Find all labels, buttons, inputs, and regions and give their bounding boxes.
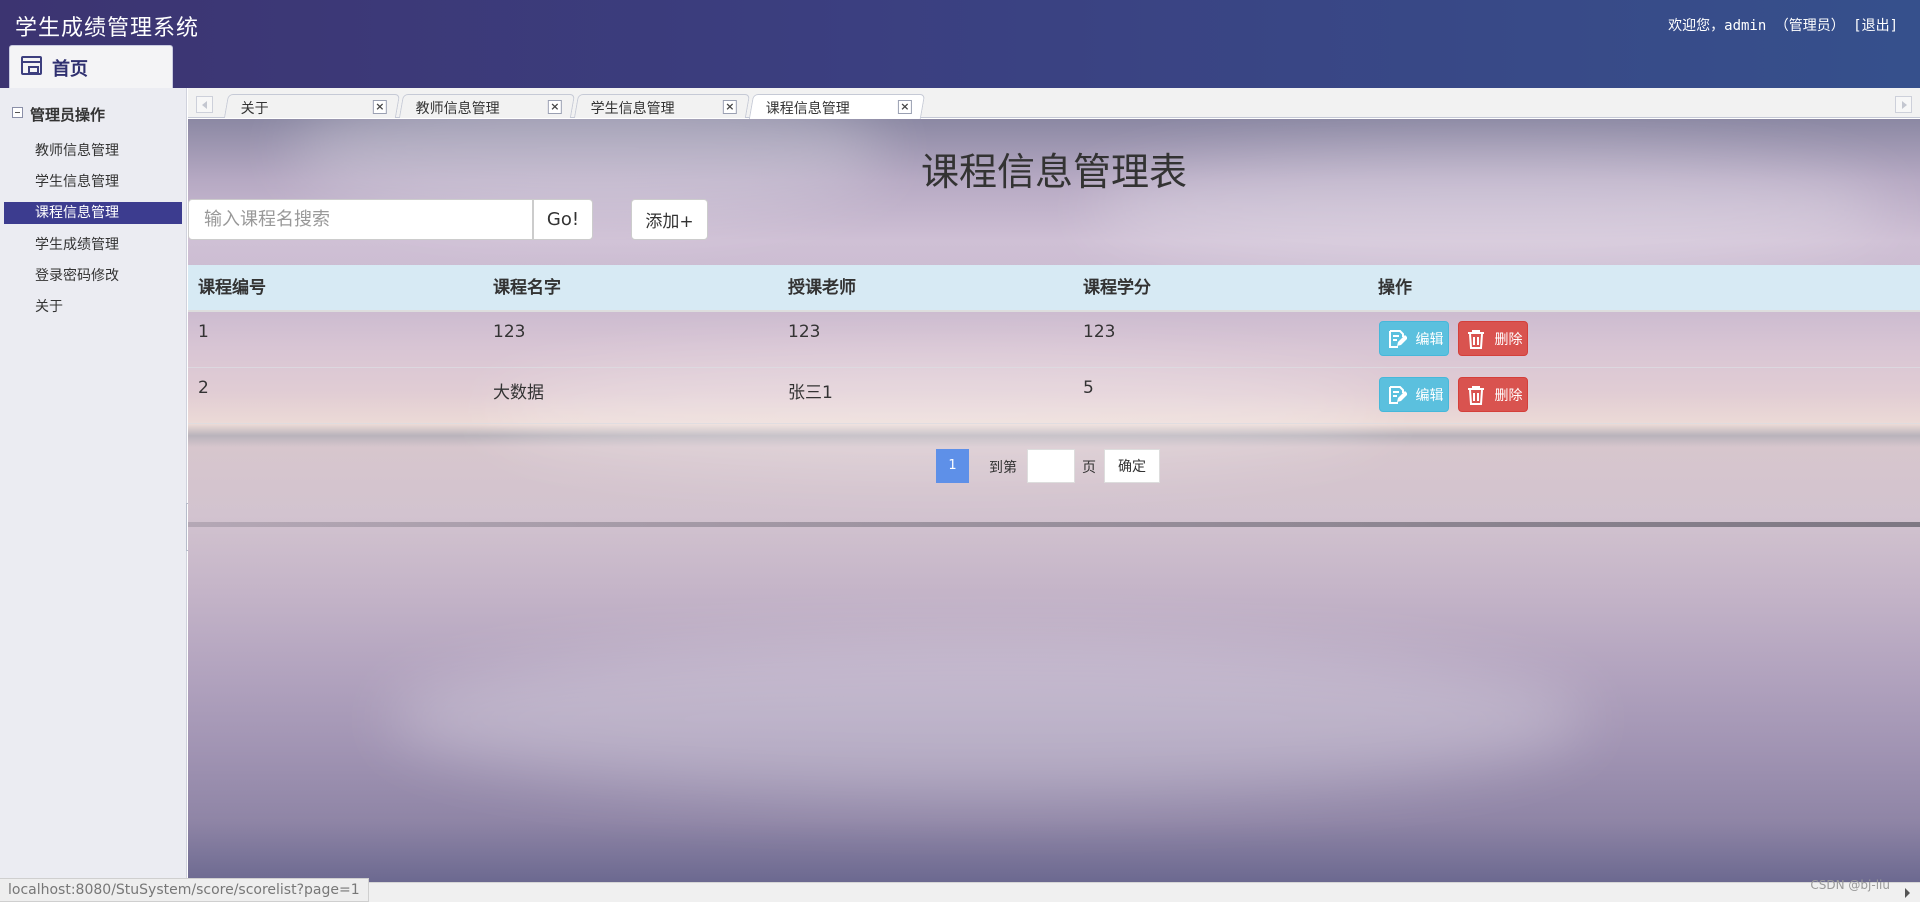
column-header: 课程名字 (493, 278, 561, 298)
welcome-logout-link[interactable]: 欢迎您，admin （管理员） [退出] (1668, 15, 1898, 35)
cell-credit: 5 (1083, 378, 1094, 398)
edit-label: 编辑 (1415, 387, 1444, 404)
background-horizon (188, 522, 1920, 527)
close-icon[interactable]: × (547, 100, 562, 114)
current-page-button[interactable]: 1 (936, 449, 969, 483)
edit-button[interactable]: 编辑 (1379, 377, 1449, 412)
sidebar-item-course-info[interactable]: 课程信息管理 (4, 202, 182, 224)
page-title: 课程信息管理表 (920, 150, 1187, 194)
edit-label: 编辑 (1415, 331, 1444, 348)
scroll-right-arrow-icon[interactable] (1905, 888, 1910, 898)
table-row: 2 大数据 张三1 5 编辑 删除 (188, 368, 1920, 424)
delete-label: 删除 (1494, 331, 1523, 348)
trash-icon (1468, 330, 1484, 349)
cell-teacher: 张三1 (788, 383, 833, 403)
delete-button[interactable]: 删除 (1458, 321, 1528, 356)
table-header: 课程编号 课程名字 授课老师 课程学分 操作 (188, 265, 1920, 312)
column-header: 课程学分 (1083, 278, 1151, 298)
sidebar-item-about[interactable]: 关于 (4, 296, 182, 318)
tab-course-info[interactable]: 课程信息管理 × (748, 94, 926, 119)
search-input[interactable] (188, 199, 533, 240)
edit-icon (1389, 386, 1407, 404)
page-confirm-button[interactable]: 确定 (1104, 449, 1160, 483)
close-icon[interactable]: × (897, 100, 912, 114)
column-header: 课程编号 (198, 278, 266, 298)
column-header: 操作 (1378, 278, 1412, 298)
goto-label: 到第 (989, 460, 1017, 476)
sidebar-item-teacher-info[interactable]: 教师信息管理 (4, 140, 182, 162)
sidebar-item-student-info[interactable]: 学生信息管理 (4, 171, 182, 193)
tab-bar: 关于 × 教师信息管理 × 学生信息管理 × 课程信息管理 × (188, 88, 1920, 119)
top-header: 学生成绩管理系统 欢迎您，admin （管理员） [退出] 首页 (0, 0, 1920, 88)
cell-course-id: 1 (198, 322, 209, 342)
home-tab-label: 首页 (52, 59, 88, 80)
add-course-button[interactable]: 添加+ (631, 199, 708, 240)
delete-label: 删除 (1494, 387, 1523, 404)
edit-icon (1389, 330, 1407, 348)
delete-button[interactable]: 删除 (1458, 377, 1528, 412)
tab-label: 课程信息管理 (765, 101, 850, 117)
collapse-toggle-icon[interactable] (12, 107, 23, 118)
app-title: 学生成绩管理系统 (15, 16, 200, 41)
close-icon[interactable]: × (722, 100, 737, 114)
tab-teacher-info[interactable]: 教师信息管理 × (398, 94, 576, 118)
cell-course-name: 大数据 (493, 383, 544, 403)
tab-scroll-right-icon[interactable] (1895, 96, 1912, 113)
edit-button[interactable]: 编辑 (1379, 321, 1449, 356)
window-icon (21, 56, 42, 75)
cell-credit: 123 (1083, 322, 1116, 342)
course-table: 课程编号 课程名字 授课老师 课程学分 操作 1 123 123 123 编辑 … (188, 265, 1920, 424)
page-unit-label: 页 (1082, 460, 1096, 476)
table-row: 1 123 123 123 编辑 删除 (188, 312, 1920, 368)
tab-label: 教师信息管理 (415, 101, 500, 117)
status-bar-url: localhost:8080/StuSystem/score/scorelist… (0, 878, 369, 902)
trash-icon (1468, 386, 1484, 405)
tab-student-info[interactable]: 学生信息管理 × (573, 94, 751, 118)
cell-teacher: 123 (788, 322, 821, 342)
sidebar-item-password[interactable]: 登录密码修改 (4, 265, 182, 287)
column-header: 授课老师 (788, 278, 856, 298)
home-tab[interactable]: 首页 (9, 45, 173, 88)
watermark: CSDN @bj-liu (1810, 878, 1890, 892)
cell-course-id: 2 (198, 378, 209, 398)
cell-course-name: 123 (493, 322, 526, 342)
tab-label: 学生信息管理 (590, 101, 675, 117)
horizontal-scrollbar[interactable] (188, 882, 1920, 902)
sidebar-item-score[interactable]: 学生成绩管理 (4, 234, 182, 256)
background-reflection (388, 639, 1588, 799)
page-number-input[interactable] (1027, 449, 1075, 483)
sidebar-group-header[interactable]: 管理员操作 (8, 102, 183, 126)
sidebar-group-title: 管理员操作 (30, 106, 106, 124)
search-go-button[interactable]: Go! (533, 199, 593, 240)
content-panel: 课程信息管理表 Go! 添加+ 课程编号 课程名字 授课老师 课程学分 操作 1… (188, 119, 1920, 882)
tab-about[interactable]: 关于 × (223, 94, 401, 118)
tab-scroll-left-icon[interactable] (196, 96, 213, 113)
close-icon[interactable]: × (372, 100, 387, 114)
sidebar: 管理员操作 教师信息管理 学生信息管理 课程信息管理 学生成绩管理 登录密码修改… (0, 88, 187, 902)
tab-label: 关于 (240, 101, 269, 117)
